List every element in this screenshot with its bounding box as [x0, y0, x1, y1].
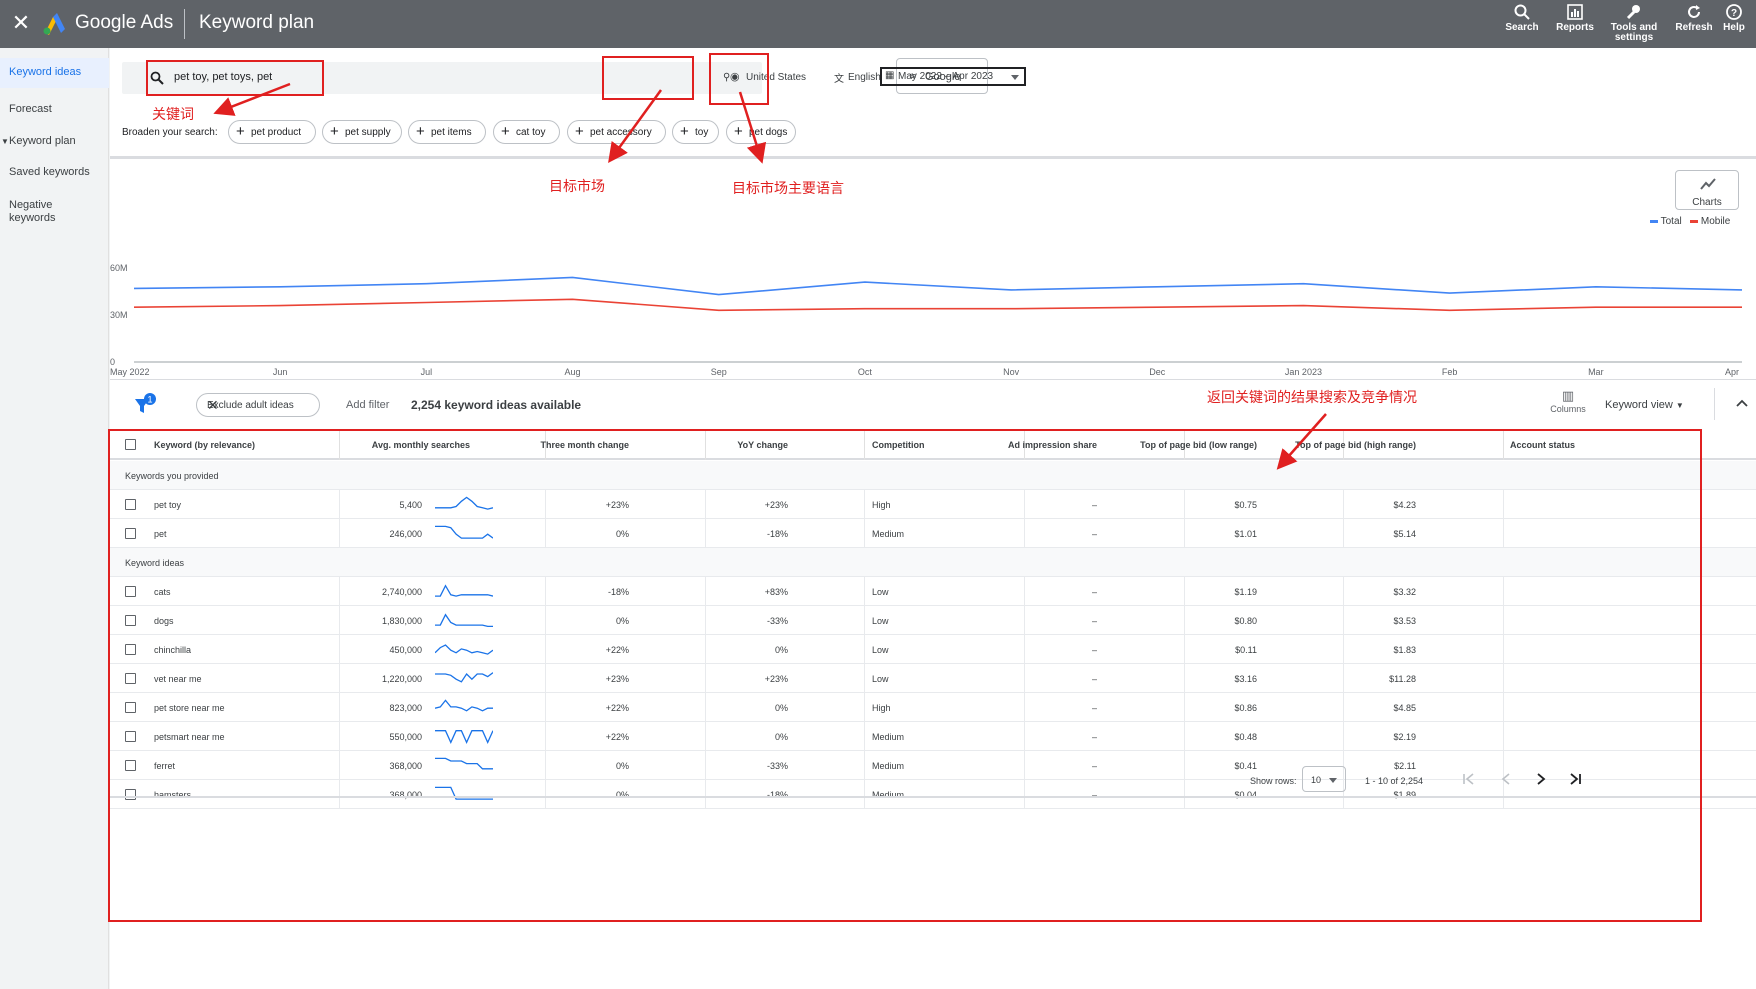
google-ads-logo-icon	[43, 13, 65, 35]
brand-name: Google Ads	[75, 12, 174, 33]
broaden-chip[interactable]: + pet product	[228, 120, 316, 144]
filter-icon[interactable]: 1	[134, 393, 156, 417]
annotation-box-location	[602, 56, 694, 100]
x-tick-label: Dec	[1149, 367, 1166, 377]
x-tick-label: Sep	[711, 367, 727, 377]
reports-icon	[1567, 4, 1583, 20]
x-tick-label: Jan 2023	[1285, 367, 1322, 377]
search-icon	[1514, 4, 1530, 20]
chevron-up-icon[interactable]	[1735, 396, 1749, 410]
legend-swatch-mobile	[1690, 219, 1699, 223]
y-tick-label: 60M	[110, 263, 128, 273]
x-tick-label: Aug	[565, 367, 581, 377]
caret-down-icon: ▼	[1, 137, 9, 146]
broaden-chip[interactable]: + toy	[672, 120, 719, 144]
divider	[110, 156, 1756, 159]
x-tick-label: Feb	[1442, 367, 1458, 377]
plus-icon: +	[680, 123, 689, 140]
series-line-total	[133, 276, 1743, 296]
annotation-label-results: 返回关键词的结果搜索及竞争情况	[1207, 389, 1417, 405]
sidebar-item-negative-keywords[interactable]: Negative keywords	[9, 199, 89, 225]
close-icon[interactable]: ✕	[10, 10, 32, 36]
reports-button[interactable]: Reports	[1545, 2, 1605, 46]
broaden-label: Broaden your search:	[122, 127, 218, 138]
sidebar: Keyword ideas Forecast ▼ Keyword plan Sa…	[0, 48, 109, 989]
x-tick-label: Mar	[1588, 367, 1604, 377]
date-range-selector[interactable]: ▦ May 2022 – Apr 2023	[880, 67, 1026, 86]
sidebar-item-keyword-plan[interactable]: ▼ Keyword plan	[1, 135, 76, 148]
annotation-box-language	[709, 53, 769, 105]
broaden-chip[interactable]: + cat toy	[493, 120, 560, 144]
plus-icon: +	[416, 123, 425, 140]
x-tick-label: Apr	[1725, 367, 1739, 377]
title-divider	[184, 9, 185, 39]
annotation-box-results	[108, 429, 1702, 922]
chart-icon	[1700, 178, 1716, 190]
broaden-chip[interactable]: + pet supply	[322, 120, 402, 144]
svg-text:?: ?	[1731, 8, 1737, 19]
plus-icon: +	[575, 123, 584, 140]
tools-icon	[1626, 5, 1640, 20]
plus-icon: +	[734, 123, 743, 140]
columns-button[interactable]: ▥ Columns	[1543, 388, 1593, 424]
plus-icon: +	[236, 123, 245, 140]
broaden-chip[interactable]: + pet accessory	[567, 120, 666, 144]
annotation-box-keyword	[146, 60, 324, 96]
help-icon: ?	[1726, 4, 1742, 20]
x-tick-label: Jun	[273, 367, 288, 377]
chart-legend: Total Mobile	[1650, 216, 1730, 227]
search-volume-chart: 60M 30M 0May 2022 Jun Jul Aug Sep Oct Nov Dec Jan …	[110, 263, 1743, 377]
legend-swatch-total	[1650, 219, 1658, 223]
y-tick-label: 0	[110, 357, 115, 367]
x-tick-label: Nov	[1003, 367, 1020, 377]
translate-icon: 文	[834, 74, 844, 85]
keyword-view-dropdown[interactable]: Keyword view ▼	[1605, 399, 1684, 411]
annotation-label-market: 目标市场	[549, 178, 605, 194]
close-icon[interactable]: ✕	[207, 397, 311, 414]
filter-count: 1	[147, 395, 152, 405]
broaden-chip[interactable]: + pet dogs	[726, 120, 796, 144]
exclude-adult-ideas-chip[interactable]: Exclude adult ideas ✕	[196, 393, 320, 417]
language-label[interactable]: English	[848, 72, 881, 83]
x-tick-label: May 2022	[110, 367, 150, 377]
plus-icon: +	[501, 123, 510, 140]
chevron-down-icon	[1011, 75, 1019, 80]
columns-icon: ▥	[1561, 388, 1575, 403]
divider	[110, 379, 1756, 380]
series-line-mobile	[133, 298, 1742, 312]
tools-and-settings-button[interactable]: Tools and settings	[1604, 2, 1664, 46]
calendar-icon: ▦	[885, 70, 895, 81]
caret-down-icon: ▼	[1675, 401, 1684, 410]
charts-button[interactable]: Charts	[1675, 170, 1739, 210]
plus-icon: +	[330, 123, 339, 140]
x-tick-label: Jul	[421, 367, 433, 377]
annotation-label-language: 目标市场主要语言	[732, 180, 844, 196]
refresh-icon	[1688, 5, 1700, 18]
add-filter-button[interactable]: Add filter	[346, 399, 389, 411]
y-tick-label: 30M	[110, 310, 128, 320]
x-tick-label: Oct	[858, 367, 873, 377]
broaden-chip[interactable]: + pet items	[408, 120, 486, 144]
sidebar-item-keyword-ideas[interactable]: Keyword ideas	[0, 58, 109, 88]
annotation-label-keyword: 关键词	[152, 106, 194, 122]
divider	[1714, 388, 1715, 420]
sidebar-item-forecast[interactable]: Forecast	[9, 103, 52, 116]
help-button[interactable]: ? Help	[1712, 2, 1756, 46]
sidebar-item-saved-keywords[interactable]: Saved keywords	[9, 166, 90, 179]
top-bar: ✕ Google Ads Keyword plan Search Reports…	[0, 0, 1756, 48]
search-button[interactable]: Search	[1492, 2, 1552, 46]
page-title: Keyword plan	[199, 12, 315, 33]
keyword-count: 2,254 keyword ideas available	[411, 398, 582, 412]
